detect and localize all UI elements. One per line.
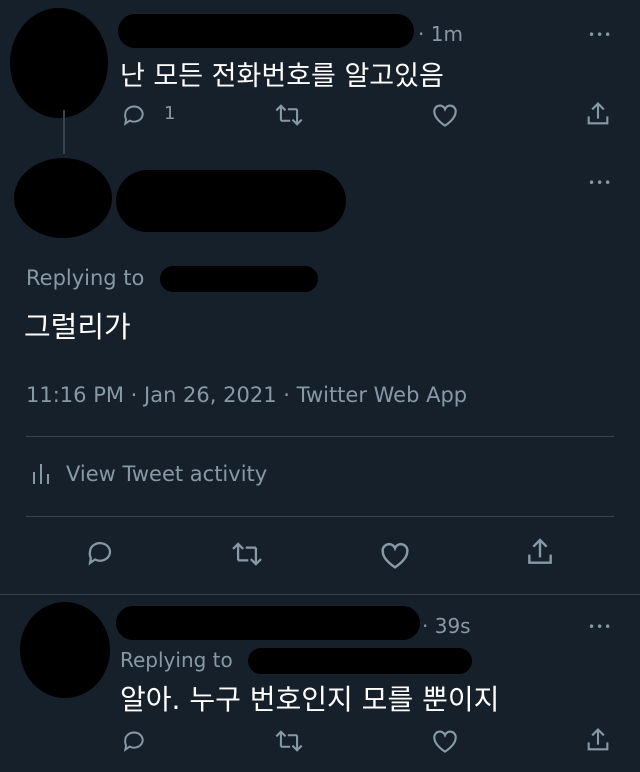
section-divider [0,594,640,595]
tweet-1[interactable]: · 1m ••• 난 모든 전화번호를 알고있음 1 [0,0,640,154]
retweet-icon[interactable] [230,540,264,568]
replying-to-user-redacted[interactable] [248,648,472,674]
tweet-text: 그럴리가 [24,310,131,344]
view-activity-label[interactable]: View Tweet activity [66,462,267,486]
tweet-text: 알아. 누구 번호인지 모를 뿐이지 [120,683,500,716]
reply-icon[interactable] [120,728,148,754]
tweet-3[interactable]: · 39s ••• Replying to 알아. 누구 번호인지 모를 뿐이지 [0,596,640,772]
more-options-icon[interactable]: ••• [588,29,612,41]
divider-1 [26,436,614,437]
retweet-icon[interactable] [274,728,304,754]
more-options-icon[interactable]: ••• [588,621,612,633]
main-username-redacted[interactable] [116,170,346,232]
more-options-icon[interactable]: ••• [588,177,612,189]
avatar-redacted[interactable] [10,8,108,118]
activity-bar-icon [32,462,50,486]
thread-line [63,110,65,154]
reply-icon[interactable] [84,538,116,568]
replying-to-label: Replying to [26,266,145,290]
main-avatar-redacted[interactable] [14,158,112,238]
username-redacted[interactable] [118,14,414,48]
tweet-timestamp[interactable]: 11:16 PM · Jan 26, 2021 · Twitter Web Ap… [26,383,467,407]
tweet-time[interactable]: · 1m [418,22,463,46]
reply-icon[interactable] [120,102,148,128]
share-icon[interactable] [584,100,612,128]
main-tweet: ••• Replying to 그럴리가 11:16 PM · Jan 26, … [0,150,640,590]
username-redacted[interactable] [116,606,420,640]
view-activity-row[interactable]: View Tweet activity [26,450,614,500]
like-icon[interactable] [430,728,460,754]
divider-2 [26,516,614,517]
tweet-text: 난 모든 전화번호를 알고있음 [120,61,444,92]
like-icon[interactable] [378,540,412,570]
like-icon[interactable] [430,102,460,128]
retweet-icon[interactable] [274,102,304,128]
replying-to-label: Replying to [120,648,233,672]
avatar-redacted[interactable] [20,602,110,698]
share-icon[interactable] [524,536,556,568]
reply-count: 1 [164,103,176,124]
tweet-time[interactable]: · 39s [422,614,471,638]
share-icon[interactable] [584,726,612,754]
replying-to-user-redacted[interactable] [160,266,318,292]
